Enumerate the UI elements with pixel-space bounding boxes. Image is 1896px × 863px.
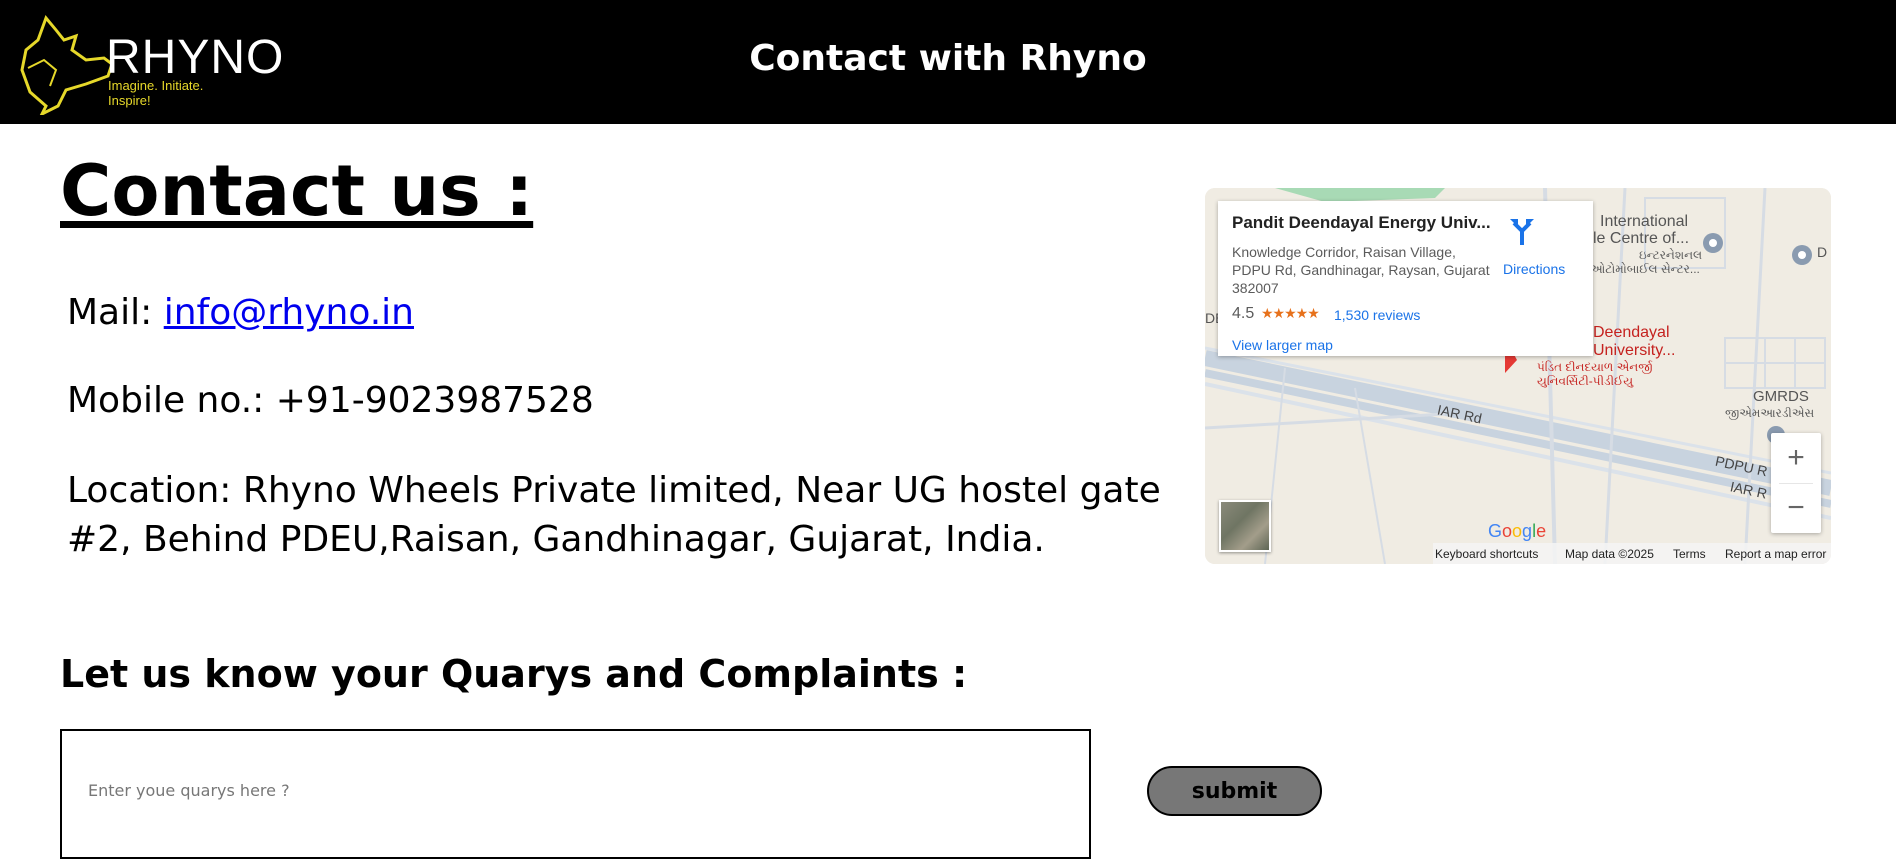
map-footer: Keyboard shortcuts Map data ©2025 Terms …	[1433, 543, 1831, 564]
zoom-controls: + −	[1771, 433, 1821, 533]
google-logo: Google	[1488, 521, 1547, 541]
mail-label: Mail:	[67, 292, 153, 333]
map-label-intl-2: le Centre of...	[1593, 230, 1690, 247]
map-label-intl-gu-2: ઓટોમોબાઈલ સેન્ટર...	[1590, 262, 1700, 276]
map-data-text: Map data ©2025	[1565, 547, 1654, 561]
place-rating: 4.5	[1232, 305, 1255, 322]
zoom-in-button[interactable]: +	[1771, 433, 1821, 483]
map-label-deendayal-gu-2: યુનિવર્સિટી-પીડીઈયુ	[1537, 374, 1634, 388]
map-label-intl: International	[1600, 213, 1689, 230]
query-heading: Let us know your Quarys and Complaints :	[60, 652, 968, 696]
site-header: RHYNO Imagine. Initiate. Inspire! Contac…	[0, 0, 1896, 124]
header-title: Contact with Rhyno	[749, 38, 1147, 79]
directions-link[interactable]: Directions	[1503, 261, 1565, 277]
mail-link[interactable]: info@rhyno.in	[164, 292, 414, 333]
mail-line: Mail: info@rhyno.in	[67, 292, 414, 333]
submit-button[interactable]: submit	[1147, 766, 1322, 816]
contact-heading: Contact us :	[60, 150, 534, 232]
map-label-deendayal-2: University...	[1593, 342, 1676, 359]
place-name: Pandit Deendayal Energy Univ...	[1232, 213, 1491, 232]
map-label-gmrds-gu: જીએમઆરડીએસ	[1725, 406, 1815, 420]
keyboard-shortcuts-link[interactable]: Keyboard shortcuts	[1435, 547, 1538, 561]
reviews-link[interactable]: 1,530 reviews	[1334, 307, 1420, 323]
place-address: Knowledge Corridor, Raisan Village, PDPU…	[1232, 244, 1490, 296]
view-larger-map-link[interactable]: View larger map	[1232, 337, 1333, 353]
query-box	[60, 729, 1091, 859]
terms-link[interactable]: Terms	[1673, 547, 1706, 561]
zoom-divider	[1779, 483, 1813, 484]
map-label-deendayal: Deendayal	[1593, 324, 1670, 341]
rating-stars-icon: ★★★★★	[1261, 305, 1320, 321]
satellite-toggle[interactable]	[1219, 500, 1271, 552]
query-input[interactable]	[62, 731, 1089, 857]
logo-tagline: Imagine. Initiate. Inspire!	[108, 78, 204, 108]
map-label-gmrds: GMRDS	[1753, 388, 1809, 405]
report-map-error-link[interactable]: Report a map error	[1725, 547, 1826, 561]
map-label-intl-gu: ઇન્ટરનેશનલ	[1639, 248, 1703, 262]
embedded-map[interactable]: International le Centre of... ઇન્ટરનેશનલ…	[1205, 188, 1831, 564]
map-label-edge-d: D	[1817, 244, 1828, 260]
map-label-deendayal-gu: પંડિત દીનદયાળ એનર્જી	[1537, 360, 1653, 374]
place-card: Pandit Deendayal Energy Univ... Knowledg…	[1218, 201, 1593, 356]
location-line: Location: Rhyno Wheels Private limited, …	[67, 470, 1161, 560]
directions-icon[interactable]	[1508, 215, 1536, 245]
mobile-line: Mobile no.: +91-9023987528	[67, 380, 594, 421]
zoom-out-button[interactable]: −	[1771, 483, 1821, 533]
